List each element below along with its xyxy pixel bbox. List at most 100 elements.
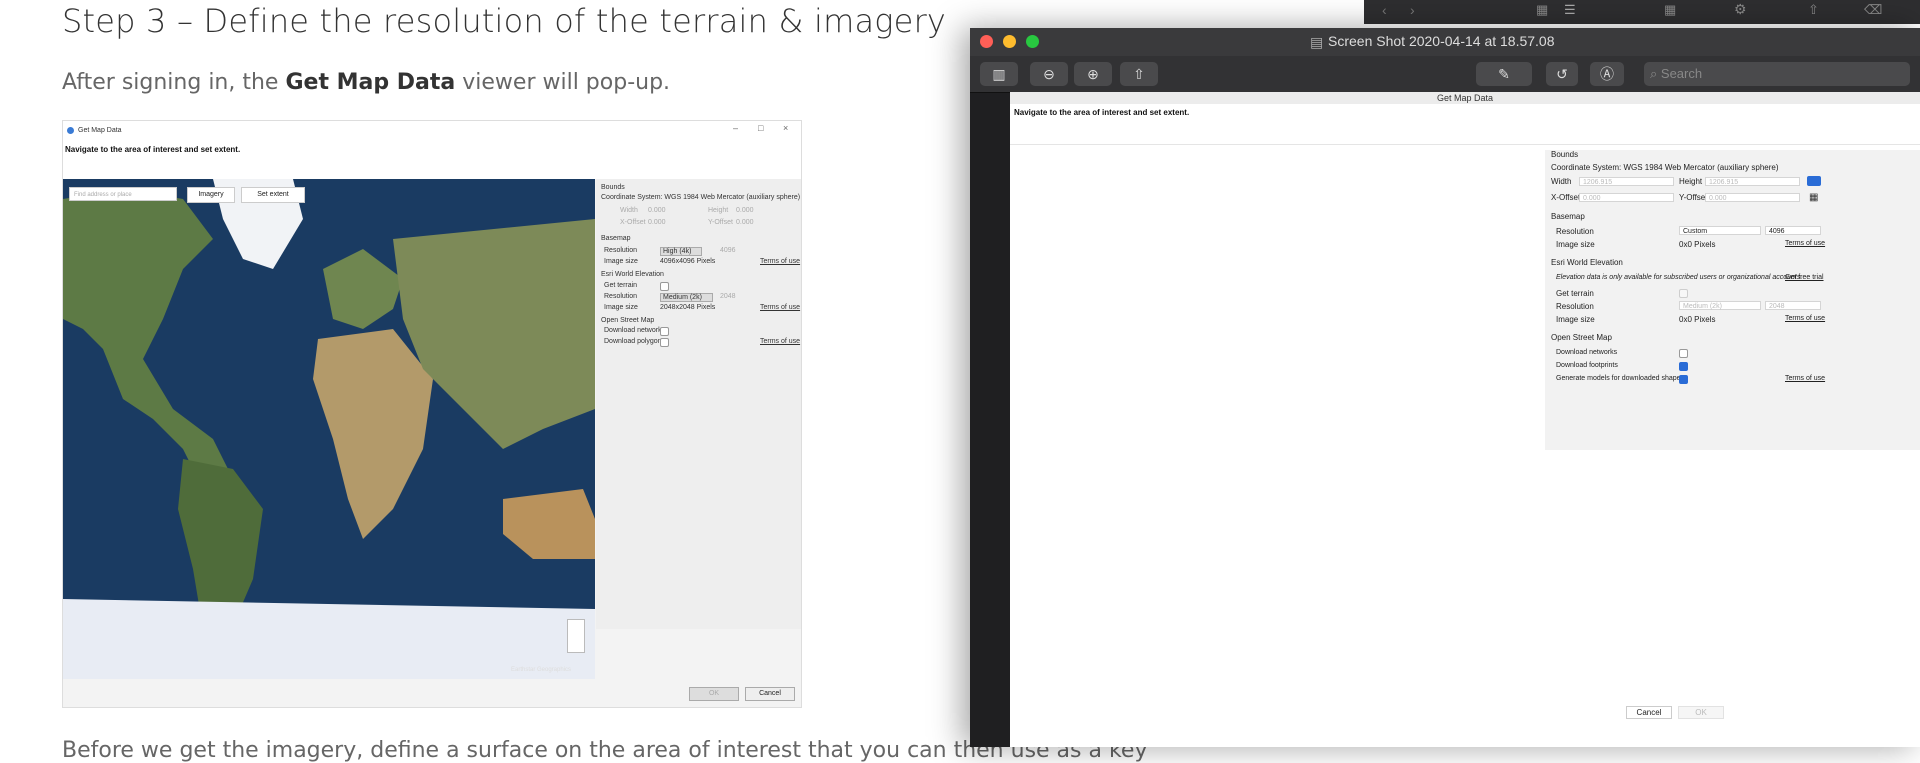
doc-basemap-resolution-select[interactable]: Custom <box>1679 226 1761 235</box>
doc-get-terrain-checkbox[interactable] <box>1679 289 1688 298</box>
basemap-terms-link[interactable]: Terms of use <box>760 258 800 265</box>
share-button-icon[interactable]: ⇧ <box>1120 62 1158 86</box>
maximize-icon: □ <box>758 123 764 133</box>
search-placeholder: Search <box>1660 66 1703 81</box>
width-label: Width <box>620 207 638 214</box>
resolution-label: Resolution <box>604 247 638 254</box>
elev-res-value[interactable]: 2048 <box>720 293 736 300</box>
embedded-cancel-button[interactable]: Cancel <box>745 687 795 701</box>
doc-width-label: Width <box>1551 177 1572 186</box>
xoffset-value: 0.000 <box>648 219 666 226</box>
article-heading: Step 3 – Define the resolution of the te… <box>62 2 947 40</box>
basemap-header: Basemap <box>601 235 631 242</box>
elev-resolution-select[interactable]: Medium (2k) <box>660 293 713 302</box>
doc-download-footprints-checkbox[interactable] <box>1679 362 1688 371</box>
list-view-icon[interactable]: ☰ <box>1564 2 1576 18</box>
embedded-ok-button[interactable]: OK <box>689 687 739 701</box>
elev-terms-link[interactable]: Terms of use <box>760 304 800 311</box>
imagery-button[interactable]: Imagery <box>187 187 235 203</box>
doc-grid-icon[interactable]: ▦ <box>1809 192 1818 203</box>
close-icon: × <box>783 123 789 133</box>
doc-instruction: Navigate to the area of interest and set… <box>1014 108 1190 117</box>
osm-terms-link[interactable]: Terms of use <box>760 338 800 345</box>
image-size-label: Image size <box>604 258 638 265</box>
doc-coord-system: Coordinate System: WGS 1984 Web Mercator… <box>1551 163 1779 172</box>
preview-document: Get Map Data Navigate to the area of int… <box>1010 92 1920 747</box>
search-field[interactable]: ⌕ Search <box>1644 62 1910 86</box>
rotate-icon[interactable]: ↺ <box>1546 62 1578 86</box>
close-button[interactable] <box>980 35 993 48</box>
get-terrain-checkbox[interactable] <box>660 282 669 291</box>
map-search-input[interactable]: Find address or place <box>69 187 177 201</box>
doc-basemap-header: Basemap <box>1551 212 1585 221</box>
sidebar-toggle-icon[interactable]: ▥ <box>980 62 1018 86</box>
download-networks-label: Download networks <box>604 327 666 334</box>
minimize-icon: – <box>733 123 739 133</box>
height-label: Height <box>708 207 729 214</box>
osm-header: Open Street Map <box>601 317 655 324</box>
doc-elev-image-size: 0x0 Pixels <box>1679 315 1716 324</box>
doc-download-networks-checkbox[interactable] <box>1679 349 1688 358</box>
doc-yoffset-label: Y-Offset <box>1679 193 1708 202</box>
annotate-icon[interactable]: Ⓐ <box>1590 62 1624 86</box>
share-icon[interactable]: ⇧ <box>1808 2 1819 18</box>
preview-titlebar: ▤ Screen Shot 2020-04-14 at 18.57.08 <box>970 28 1920 56</box>
gear-icon[interactable]: ⚙ <box>1734 1 1747 18</box>
doc-elev-res-field[interactable]: 2048 <box>1765 301 1821 310</box>
doc-link-toggle-icon[interactable] <box>1807 176 1821 186</box>
download-networks-checkbox[interactable] <box>660 327 669 336</box>
doc-xoffset-field[interactable]: 0.000 <box>1579 193 1674 202</box>
doc-height-field[interactable]: 1206.915 <box>1705 177 1800 186</box>
doc-elev-resolution-select[interactable]: Medium (2k) <box>1679 301 1761 310</box>
embedded-screenshot: Get Map Data – □ × Navigate to the area … <box>62 120 802 708</box>
doc-generate-models-label: Generate models for downloaded shapes <box>1556 375 1685 382</box>
minimize-button[interactable] <box>1003 35 1016 48</box>
doc-osm-header: Open Street Map <box>1551 333 1612 342</box>
group-icon[interactable]: ▦ <box>1664 2 1676 18</box>
yoffset-label: Y-Offset <box>708 219 733 226</box>
doc-elev-resolution-label: Resolution <box>1556 302 1594 311</box>
forward-icon[interactable]: › <box>1410 2 1415 18</box>
grid-view-icon[interactable]: ▦ <box>1536 2 1548 18</box>
doc-download-networks-label: Download networks <box>1556 349 1618 356</box>
doc-elevation-note: Elevation data is only available for sub… <box>1556 274 1803 281</box>
set-extent-button[interactable]: Set extent <box>241 187 305 203</box>
doc-resolution-label: Resolution <box>1556 227 1594 236</box>
doc-ok-button[interactable]: OK <box>1678 706 1724 719</box>
elev-image-size-label: Image size <box>604 304 638 311</box>
doc-basemap-res-field[interactable]: 4096 <box>1765 226 1821 235</box>
doc-elevation-header: Esri World Elevation <box>1551 258 1623 267</box>
tag-icon[interactable]: ⌫ <box>1864 2 1882 18</box>
doc-width-field[interactable]: 1206.915 <box>1579 177 1674 186</box>
document-icon: ▤ <box>1310 34 1324 50</box>
doc-cancel-button[interactable]: Cancel <box>1626 706 1672 719</box>
coord-system: Coordinate System: WGS 1984 Web Mercator… <box>601 194 801 201</box>
basemap-resolution-select[interactable]: High (4k) <box>660 247 703 256</box>
download-polygons-label: Download polygons <box>604 338 666 345</box>
basemap-image-size: 4096x4096 Pixels <box>660 258 716 265</box>
doc-free-trial-link[interactable]: Get free trial <box>1785 274 1824 281</box>
markup-pen-icon[interactable]: ✎ <box>1476 62 1532 86</box>
elev-image-size: 2048x2048 Pixels <box>660 304 716 311</box>
back-icon[interactable]: ‹ <box>1382 2 1387 18</box>
doc-yoffset-field[interactable]: 0.000 <box>1705 193 1800 202</box>
background-window-toolbar: ‹ › ▦ ☰ ▦ ⚙ ⇧ ⌫ <box>1364 0 1920 24</box>
doc-xoffset-label: X-Offset <box>1551 193 1581 202</box>
doc-elev-image-size-label: Image size <box>1556 315 1595 324</box>
doc-generate-models-checkbox[interactable] <box>1679 375 1688 384</box>
elevation-header: Esri World Elevation <box>601 271 664 278</box>
download-polygons-checkbox[interactable] <box>660 338 669 347</box>
zoom-button[interactable] <box>1026 35 1039 48</box>
basemap-res-value[interactable]: 4096 <box>720 247 736 254</box>
width-value: 0.000 <box>648 207 666 214</box>
zoom-control[interactable] <box>567 619 585 653</box>
doc-window-title: Get Map Data <box>1010 92 1920 104</box>
doc-osm-terms-link[interactable]: Terms of use <box>1785 375 1825 382</box>
doc-basemap-terms-link[interactable]: Terms of use <box>1785 240 1825 247</box>
zoom-in-icon[interactable]: ⊕ <box>1074 62 1112 86</box>
zoom-out-icon[interactable]: ⊖ <box>1030 62 1068 86</box>
preview-title: Screen Shot 2020-04-14 at 18.57.08 <box>1328 33 1555 49</box>
doc-basemap-image-size: 0x0 Pixels <box>1679 240 1716 249</box>
doc-elev-terms-link[interactable]: Terms of use <box>1785 315 1825 322</box>
xoffset-label: X-Offset <box>620 219 646 226</box>
